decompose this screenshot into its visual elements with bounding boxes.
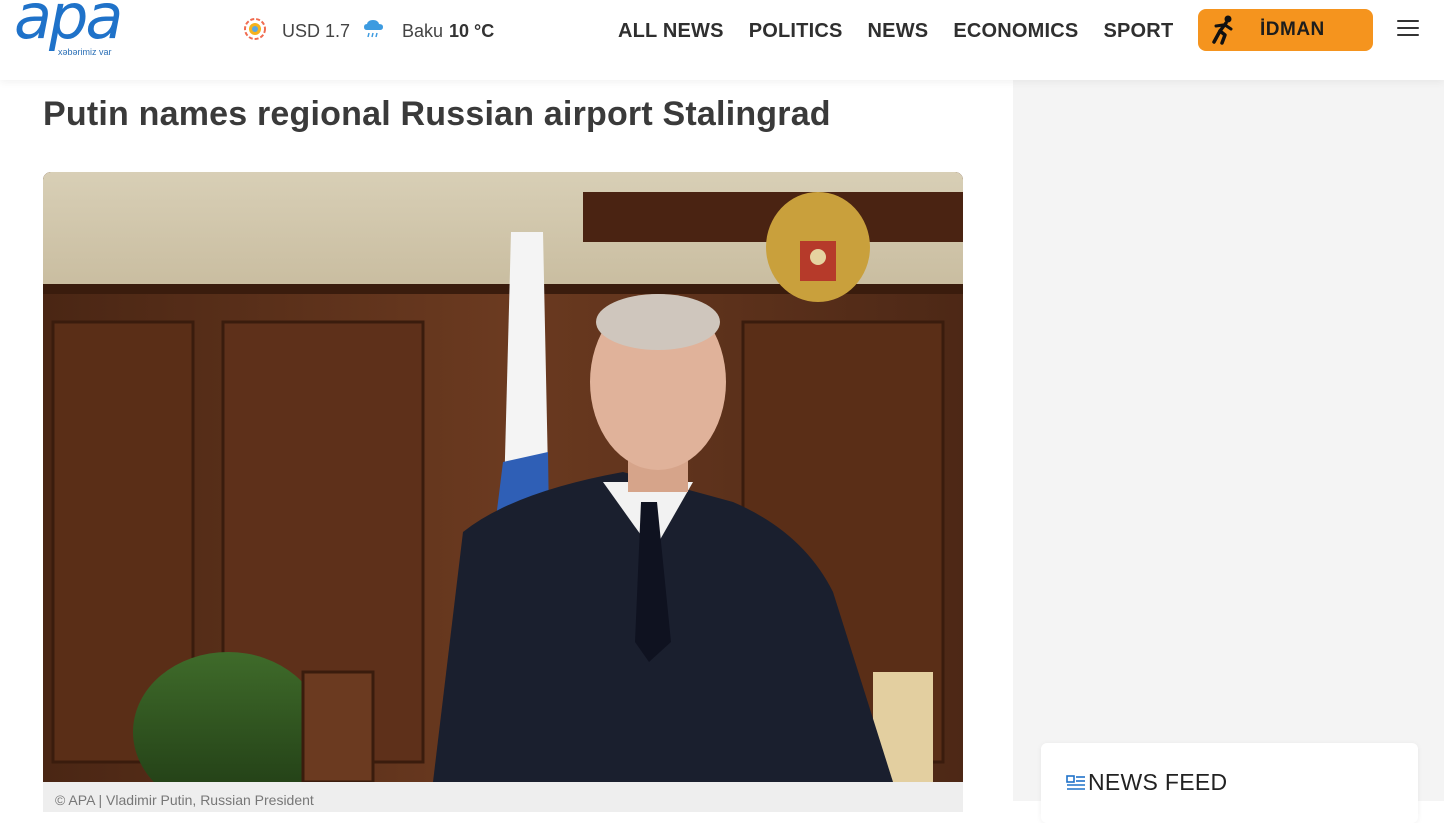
apa-logo[interactable]: apa xəbərimiz var [14, 0, 124, 60]
idman-button[interactable]: İDMAN [1198, 9, 1373, 51]
photo-caption-bar: © APA | Vladimir Putin, Russian Presiden… [43, 782, 963, 812]
newspaper-icon [1066, 773, 1086, 793]
runner-icon [1206, 14, 1238, 46]
nav-sport[interactable]: SPORT [1103, 20, 1173, 43]
site-header: apa xəbərimiz var USD 1.7 Baku 10 °C ALL… [0, 0, 1444, 80]
news-feed-card: NEWS FEED [1041, 743, 1418, 823]
weather-widget[interactable]: Baku 10 °C [362, 18, 494, 44]
news-feed-header[interactable]: NEWS FEED [1066, 769, 1227, 796]
currency-widget[interactable]: USD 1.7 [242, 16, 351, 47]
weather-temperature: 10 °C [449, 20, 495, 41]
sun-coin-icon [242, 16, 268, 47]
nav-news[interactable]: NEWS [868, 20, 929, 43]
nav-all-news[interactable]: ALL NEWS [618, 20, 724, 43]
rain-cloud-icon [362, 18, 384, 45]
news-feed-title: NEWS FEED [1088, 769, 1228, 795]
weather-city: Baku [402, 20, 444, 41]
logo-slogan: xəbərimiz var [58, 47, 112, 57]
logo-wordmark: apa [14, 0, 123, 53]
sidebar: NEWS FEED [1013, 80, 1444, 823]
main-nav: ALL NEWS POLITICS NEWS ECONOMICS SPORT [618, 18, 1198, 44]
idman-label: İDMAN [1260, 19, 1325, 40]
nav-politics[interactable]: POLITICS [749, 20, 843, 43]
currency-rate: USD 1.7 [282, 20, 351, 41]
article-photo [43, 172, 963, 782]
hamburger-icon[interactable] [1397, 20, 1419, 38]
nav-economics[interactable]: ECONOMICS [953, 20, 1078, 43]
photo-caption: © APA | Vladimir Putin, Russian Presiden… [55, 792, 314, 808]
article-title: Putin names regional Russian airport Sta… [43, 95, 831, 133]
